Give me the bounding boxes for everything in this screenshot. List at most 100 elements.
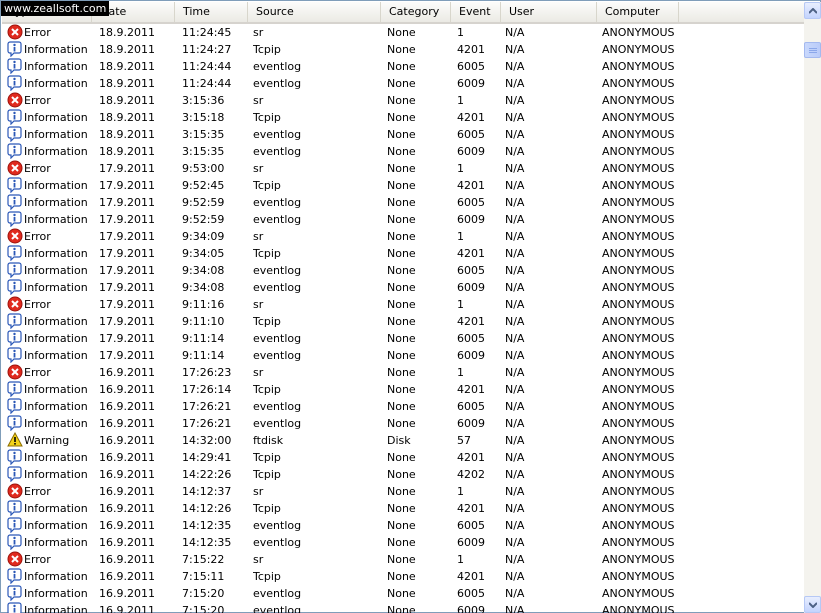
event-row[interactable]: Information 17.9.2011 9:34:08 eventlog None 6…	[2, 279, 804, 296]
event-row[interactable]: Information 16.9.2011 7:15:20 eventlog None 6…	[2, 602, 804, 613]
event-row[interactable]: Information 16.9.2011 7:15:11 Tcpip None 4201…	[2, 568, 804, 585]
event-row[interactable]: Information 16.9.2011 14:22:26 Tcpip None 420…	[2, 466, 804, 483]
event-row[interactable]: Information 18.9.2011 11:24:27 Tcpip None 420…	[2, 41, 804, 58]
event-list[interactable]: Error 18.9.2011 11:24:45 sr None 1 N/A ANONYMOU…	[2, 24, 804, 613]
cell-date: 18.9.2011	[99, 111, 155, 124]
event-row[interactable]: Information 16.9.2011 14:12:26 Tcpip None 420…	[2, 500, 804, 517]
error-icon	[7, 364, 23, 380]
event-row[interactable]: Information 17.9.2011 9:52:45 Tcpip None 4201…	[2, 177, 804, 194]
cell-source: sr	[253, 230, 264, 243]
event-row[interactable]: Information 16.9.2011 17:26:21 eventlog None…	[2, 415, 804, 432]
scroll-thumb[interactable]	[804, 42, 821, 58]
event-row[interactable]: Information 18.9.2011 3:15:35 eventlog None 6…	[2, 126, 804, 143]
event-row[interactable]: Information 18.9.2011 3:15:18 Tcpip None 4201…	[2, 109, 804, 126]
cell-user: N/A	[505, 366, 525, 379]
cell-user: N/A	[505, 502, 525, 515]
event-row[interactable]: Information 16.9.2011 17:26:14 Tcpip None 420…	[2, 381, 804, 398]
information-icon	[7, 602, 23, 613]
cell-user: N/A	[505, 604, 525, 613]
cell-source: sr	[253, 366, 264, 379]
cell-source: eventlog	[253, 281, 302, 294]
cell-event: 4201	[457, 315, 485, 328]
event-row[interactable]: Information 18.9.2011 11:24:44 eventlog None…	[2, 75, 804, 92]
cell-category: None	[387, 94, 416, 107]
cell-user: N/A	[505, 417, 525, 430]
cell-computer: ANONYMOUS	[602, 349, 675, 362]
column-header-category[interactable]: Category	[381, 2, 451, 22]
cell-user: N/A	[505, 536, 525, 549]
information-icon	[7, 517, 23, 534]
cell-computer: ANONYMOUS	[602, 26, 675, 39]
cell-time: 9:11:10	[182, 315, 225, 328]
event-row[interactable]: Error 17.9.2011 9:53:00 sr None 1 N/A ANONYMOUS	[2, 160, 804, 177]
event-row[interactable]: Warning 16.9.2011 14:32:00 ftdisk Disk 57 N/A A…	[2, 431, 804, 449]
error-icon	[7, 551, 23, 567]
column-header-computer[interactable]: Computer	[597, 2, 679, 22]
cell-user: N/A	[505, 145, 525, 158]
error-icon	[7, 483, 23, 499]
event-row[interactable]: Error 16.9.2011 17:26:23 sr None 1 N/A ANONYMOU…	[2, 364, 804, 381]
event-row[interactable]: Error 18.9.2011 11:24:45 sr None 1 N/A ANONYMOU…	[2, 24, 804, 41]
event-row[interactable]: Information 16.9.2011 7:15:20 eventlog None 6…	[2, 585, 804, 602]
error-icon	[7, 24, 23, 40]
cell-computer: ANONYMOUS	[602, 230, 675, 243]
cell-type: Information	[24, 587, 88, 600]
event-row[interactable]: Information 16.9.2011 14:29:41 Tcpip None 420…	[2, 449, 804, 466]
cell-category: None	[387, 281, 416, 294]
cell-category: None	[387, 77, 416, 90]
cell-computer: ANONYMOUS	[602, 417, 675, 430]
event-row[interactable]: Information 17.9.2011 9:11:10 Tcpip None 4201…	[2, 313, 804, 330]
event-row[interactable]: Information 16.9.2011 14:12:35 eventlog None…	[2, 534, 804, 551]
event-row[interactable]: Information 17.9.2011 9:11:14 eventlog None 6…	[2, 347, 804, 364]
scroll-up-button[interactable]	[804, 2, 821, 19]
event-row[interactable]: Information 17.9.2011 9:34:05 Tcpip None 4201…	[2, 245, 804, 262]
information-icon	[7, 262, 23, 279]
event-row[interactable]: Error 17.9.2011 9:34:09 sr None 1 N/A ANONYMOUS	[2, 228, 804, 245]
cell-date: 16.9.2011	[99, 451, 155, 464]
cell-date: 17.9.2011	[99, 179, 155, 192]
column-header-event[interactable]: Event	[451, 2, 501, 22]
information-icon	[7, 585, 23, 602]
cell-source: eventlog	[253, 213, 302, 226]
cell-category: Disk	[387, 434, 411, 447]
event-row[interactable]: Information 18.9.2011 3:15:35 eventlog None 6…	[2, 143, 804, 160]
vertical-scrollbar[interactable]	[804, 2, 821, 613]
scroll-down-button[interactable]	[804, 596, 821, 613]
column-header-source[interactable]: Source	[248, 2, 381, 22]
cell-source: eventlog	[253, 349, 302, 362]
event-row[interactable]: Error 18.9.2011 3:15:36 sr None 1 N/A ANONYMOUS	[2, 92, 804, 109]
event-row[interactable]: Error 16.9.2011 14:12:37 sr None 1 N/A ANONYMOU…	[2, 483, 804, 500]
event-row[interactable]: Information 16.9.2011 14:12:35 eventlog None…	[2, 517, 804, 534]
event-row[interactable]: Information 17.9.2011 9:52:59 eventlog None 6…	[2, 211, 804, 228]
cell-source: sr	[253, 94, 264, 107]
event-row[interactable]: Information 17.9.2011 9:34:08 eventlog None 6…	[2, 262, 804, 279]
cell-time: 14:12:37	[182, 485, 232, 498]
cell-date: 17.9.2011	[99, 315, 155, 328]
cell-event: 6005	[457, 587, 485, 600]
cell-category: None	[387, 553, 416, 566]
cell-computer: ANONYMOUS	[602, 264, 675, 277]
cell-date: 16.9.2011	[99, 519, 155, 532]
event-row[interactable]: Information 18.9.2011 11:24:44 eventlog None…	[2, 58, 804, 75]
cell-date: 16.9.2011	[99, 485, 155, 498]
cell-type: Information	[24, 145, 88, 158]
cell-time: 11:24:45	[182, 26, 232, 39]
column-header-time[interactable]: Time	[175, 2, 248, 22]
cell-date: 18.9.2011	[99, 60, 155, 73]
event-row[interactable]: Error 16.9.2011 7:15:22 sr None 1 N/A ANONYMOUS	[2, 551, 804, 568]
cell-computer: ANONYMOUS	[602, 315, 675, 328]
cell-category: None	[387, 400, 416, 413]
information-icon	[7, 449, 23, 466]
cell-type: Information	[24, 468, 88, 481]
cell-event: 4201	[457, 383, 485, 396]
event-row[interactable]: Information 17.9.2011 9:11:14 eventlog None 6…	[2, 330, 804, 347]
cell-type: Information	[24, 502, 88, 515]
cell-type: Information	[24, 196, 88, 209]
event-row[interactable]: Error 17.9.2011 9:11:16 sr None 1 N/A ANONYMOUS	[2, 296, 804, 313]
column-header-user[interactable]: User	[501, 2, 597, 22]
event-row[interactable]: Information 17.9.2011 9:52:59 eventlog None 6…	[2, 194, 804, 211]
event-row[interactable]: Information 16.9.2011 17:26:21 eventlog None…	[2, 398, 804, 415]
cell-category: None	[387, 213, 416, 226]
cell-date: 16.9.2011	[99, 553, 155, 566]
cell-category: None	[387, 383, 416, 396]
